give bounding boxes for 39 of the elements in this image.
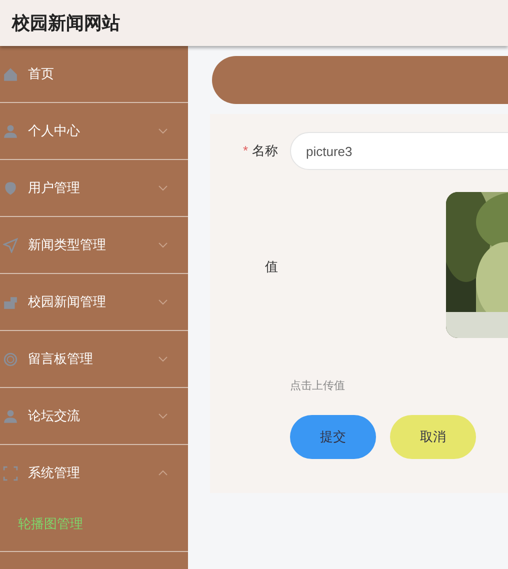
site-title: 校园新闻网站 [12, 12, 120, 35]
pin-icon [3, 180, 18, 196]
sidebar-item[interactable]: 留言板管理 [3, 331, 188, 387]
chevron-icon [158, 128, 168, 134]
sidebar-item[interactable]: 校园新闻管理 [3, 274, 188, 330]
field-label: 值 [264, 258, 279, 276]
user-icon [3, 408, 18, 424]
folder-icon [3, 294, 18, 310]
menu-label: 留言板管理 [28, 350, 94, 368]
required-mark: * [242, 143, 248, 158]
menu-label: 个人中心 [28, 122, 81, 140]
sidebar-item[interactable]: 系统管理 [3, 445, 188, 501]
field-label: 名称 [252, 143, 278, 158]
menu-label: 新闻类型管理 [28, 236, 107, 254]
chevron-icon [158, 413, 168, 419]
sidebar-item[interactable]: 新闻类型管理 [3, 217, 188, 273]
chevron-icon [158, 242, 168, 248]
home-icon [3, 66, 18, 82]
cancel-button[interactable]: 取消 [390, 415, 476, 459]
menu-label: 论坛交流 [28, 407, 81, 425]
user-icon [3, 124, 18, 138]
send-icon [3, 238, 18, 252]
chevron-icon [158, 185, 168, 191]
frame-icon [3, 466, 18, 480]
circle-icon [3, 352, 18, 366]
name-field[interactable]: picture3 [290, 132, 508, 170]
chevron-icon [158, 356, 168, 362]
submit-button[interactable]: 提交 [290, 415, 376, 459]
submenu-item[interactable]: 轮播图管理 [3, 501, 188, 551]
chevron-icon [158, 470, 168, 476]
upload-hint[interactable]: 点击上传值 [290, 378, 345, 393]
chevron-icon [158, 299, 168, 305]
sidebar-item[interactable]: 论坛交流 [3, 388, 188, 444]
menu-label: 校园新闻管理 [28, 293, 107, 311]
menu-label: 系统管理 [28, 464, 81, 482]
sidebar-item[interactable]: 用户管理 [3, 160, 188, 216]
sidebar-item[interactable]: 首页 [0, 46, 188, 103]
sidebar-item[interactable]: 个人中心 [3, 103, 188, 159]
menu-label: 用户管理 [28, 179, 81, 197]
